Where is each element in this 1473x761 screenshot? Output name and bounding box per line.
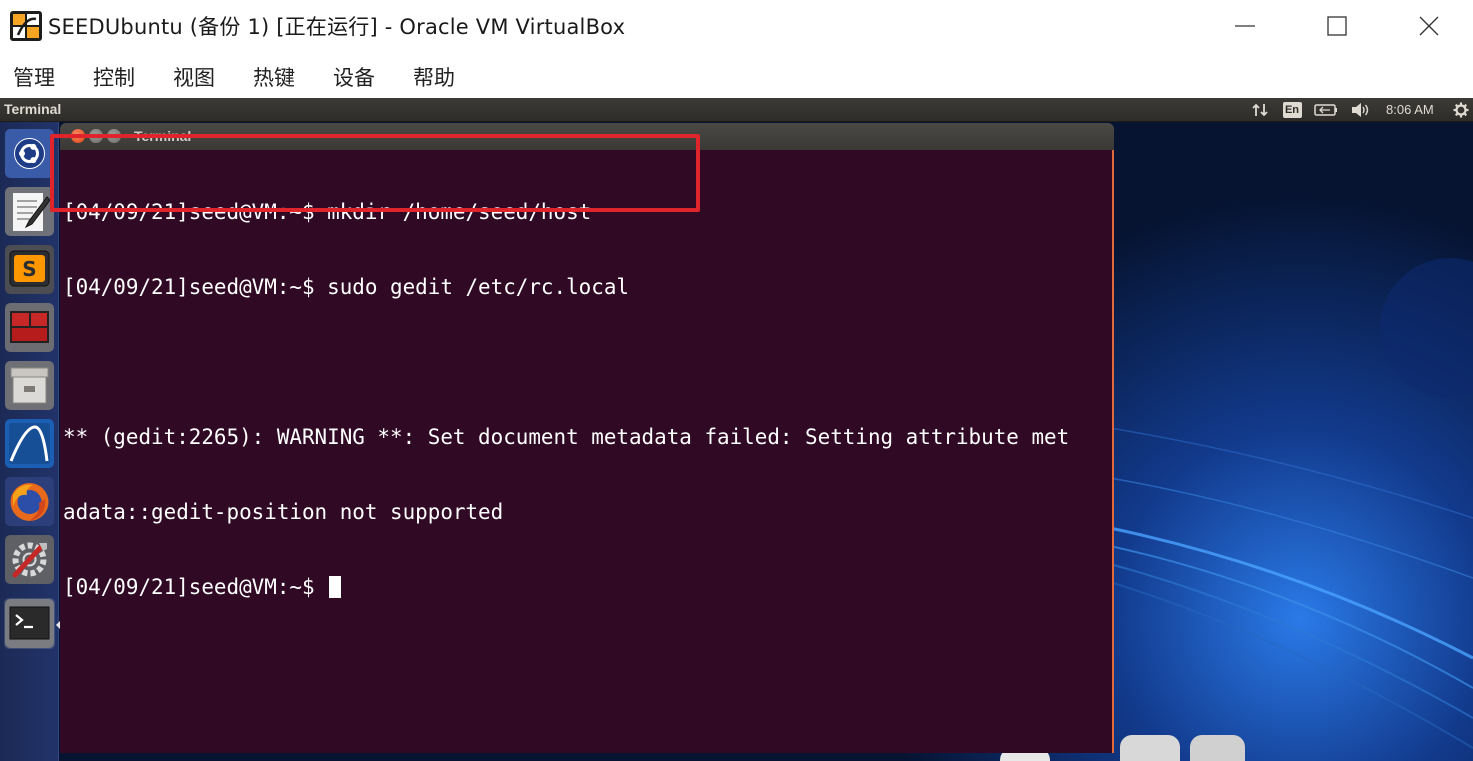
keyboard-layout-indicator[interactable]: En [1282,101,1302,119]
menu-hotkeys[interactable]: 热键 [253,62,295,92]
terminal-line: ** (gedit:2265): WARNING **: Set documen… [63,425,1070,449]
virtualbox-logo-icon[interactable] [10,11,42,41]
file-manager-icon [5,361,54,410]
menu-manage[interactable]: 管理 [13,62,55,92]
launcher-wireshark[interactable] [4,418,55,469]
launcher-dash-button[interactable] [4,128,55,179]
power-gear-icon[interactable] [1451,101,1471,119]
firefox-icon [5,477,54,526]
menu-control[interactable]: 控制 [93,62,135,92]
text-editor-icon [5,187,54,236]
launcher-firefox[interactable] [4,476,55,527]
menu-help[interactable]: 帮助 [413,62,455,92]
panel-clock[interactable]: 8:06 AM [1386,102,1434,117]
top-panel: Terminal En 8:06 AM [0,98,1473,122]
network-arrows-icon[interactable] [1250,101,1270,119]
virtualbox-menubar: 管理 控制 视图 热键 设备 帮助 [0,52,1473,98]
terminal-output[interactable]: [04/09/21]seed@VM:~$ mkdir /home/seed/ho… [60,150,1114,753]
launcher-terminal[interactable] [4,598,55,649]
launcher-terminator[interactable] [4,302,55,353]
close-icon [1419,16,1439,36]
terminator-icon [5,303,54,352]
keyboard-layout-label: En [1282,102,1302,118]
terminal-window[interactable]: Terminal [04/09/21]seed@VM:~$ mkdir /hom… [60,123,1114,753]
annotation-highlight-box [50,134,700,212]
minimize-icon [1235,25,1255,27]
launcher-sublime-text[interactable]: S [4,244,55,295]
minimize-button[interactable] [1200,0,1290,52]
menu-view[interactable]: 视图 [173,62,215,92]
launcher: S [0,122,61,761]
maximize-icon [1327,16,1347,36]
text-cursor [329,576,342,598]
battery-icon[interactable] [1313,101,1339,119]
volume-icon[interactable] [1349,101,1371,119]
launcher-files[interactable] [4,360,55,411]
svg-text:S: S [22,257,36,281]
maximize-button[interactable] [1292,0,1382,52]
terminal-prompt: [04/09/21]seed@VM:~$ [63,575,328,599]
terminal-line: [04/09/21]seed@VM:~$ sudo gedit /etc/rc.… [63,275,629,299]
system-settings-icon [5,535,54,584]
terminal-line: adata::gedit-position not supported [63,500,504,524]
virtualbox-titlebar: SEEDUbuntu (备份 1) [正在运行] - Oracle VM Vir… [0,0,1473,52]
launcher-text-editor[interactable] [4,186,55,237]
sublime-text-icon: S [5,245,54,294]
wireshark-icon [5,419,54,468]
wallpaper-shape [1120,735,1180,761]
terminal-icon [5,599,54,648]
menu-devices[interactable]: 设备 [333,62,375,92]
wallpaper-shape [1190,735,1245,761]
close-button[interactable] [1384,0,1473,52]
ubuntu-dash-icon [5,129,54,178]
launcher-system-settings[interactable] [4,534,55,585]
active-app-name: Terminal [4,101,62,117]
terminal-prompt-line: [04/09/21]seed@VM:~$ [63,575,1069,600]
window-title: SEEDUbuntu (备份 1) [正在运行] - Oracle VM Vir… [48,15,626,39]
